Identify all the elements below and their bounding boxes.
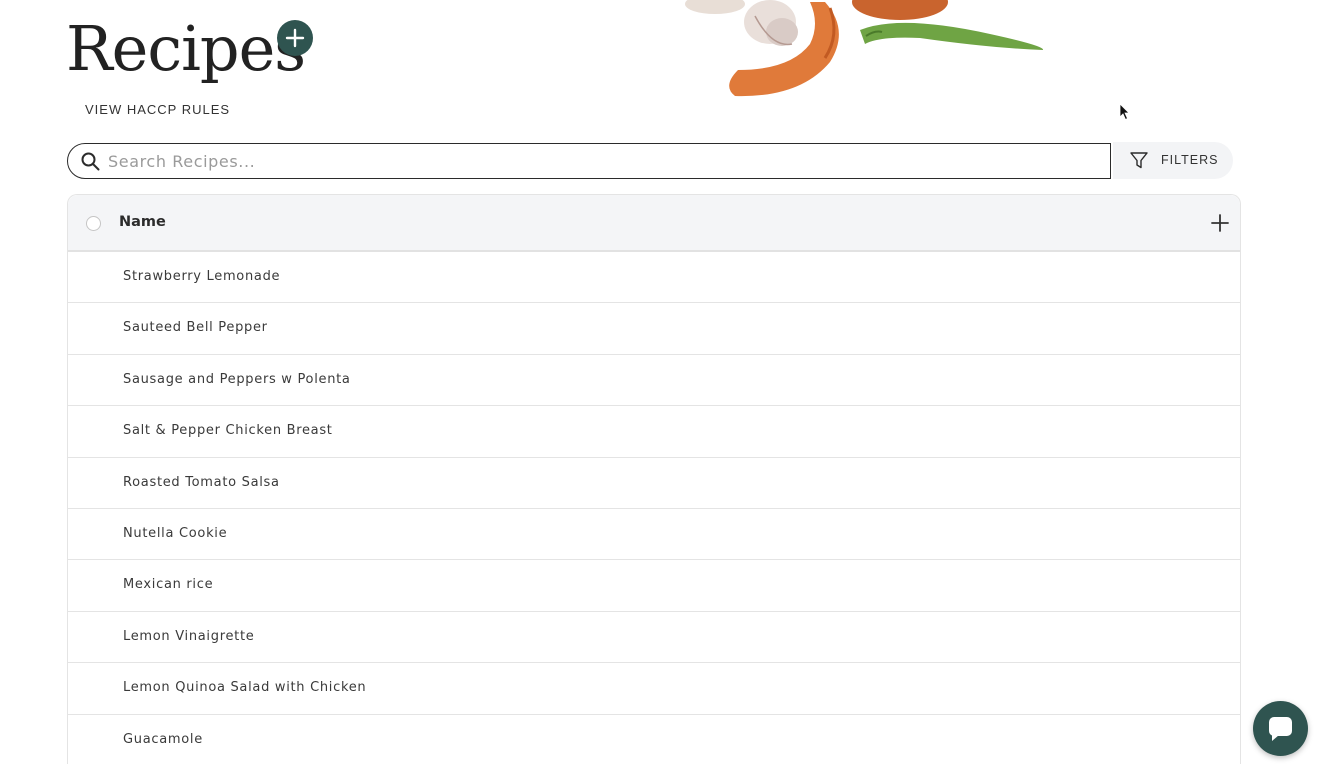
recipe-name: Roasted Tomato Salsa (123, 474, 280, 490)
table-row[interactable]: Guacamole (68, 714, 1240, 764)
add-column-button[interactable] (1208, 212, 1232, 236)
recipe-name: Sauteed Bell Pepper (123, 320, 268, 336)
search-icon (81, 152, 100, 171)
filters-button[interactable]: FILTERS (1113, 142, 1233, 179)
table-header: Name (68, 195, 1240, 252)
chat-widget-button[interactable] (1253, 701, 1308, 756)
table-row[interactable]: Mexican rice (68, 560, 1240, 612)
table-row[interactable]: Lemon Quinoa Salad with Chicken (68, 663, 1240, 715)
mouse-cursor-icon (1119, 103, 1130, 121)
plus-icon (1211, 213, 1229, 232)
funnel-icon (1130, 152, 1148, 169)
chat-bubble-icon (1269, 717, 1292, 741)
recipe-name: Guacamole (123, 731, 203, 747)
table-row[interactable]: Roasted Tomato Salsa (68, 457, 1240, 509)
table-row[interactable]: Sausage and Peppers w Polenta (68, 354, 1240, 407)
vegetables-illustration (685, 0, 1044, 97)
table-row[interactable]: Salt & Pepper Chicken Breast (68, 406, 1240, 458)
recipe-name: Nutella Cookie (123, 525, 228, 541)
table-row[interactable]: Lemon Vinaigrette (68, 611, 1240, 664)
search-box[interactable] (67, 143, 1111, 179)
recipes-table: Name Strawberry Lemonade Sauteed Bell Pe… (67, 194, 1241, 764)
add-recipe-button[interactable] (277, 20, 313, 56)
column-header-name[interactable]: Name (119, 214, 166, 230)
search-input[interactable] (108, 148, 1098, 174)
recipe-name: Mexican rice (123, 577, 214, 593)
table-row[interactable]: Nutella Cookie (68, 508, 1240, 561)
view-haccp-rules-link[interactable]: VIEW HACCP RULES (85, 102, 230, 117)
table-row[interactable]: Strawberry Lemonade (68, 252, 1240, 304)
select-all-checkbox[interactable] (86, 216, 101, 231)
recipe-name: Lemon Vinaigrette (123, 628, 255, 644)
page-title: Recipes (66, 12, 306, 85)
recipe-name: Lemon Quinoa Salad with Chicken (123, 680, 367, 696)
recipe-name: Sausage and Peppers w Polenta (123, 371, 351, 387)
recipe-name: Strawberry Lemonade (123, 269, 281, 284)
table-row[interactable]: Sauteed Bell Pepper (68, 303, 1240, 355)
plus-icon (285, 28, 305, 48)
filters-label: FILTERS (1161, 153, 1219, 167)
recipes-page: Recipes VIEW HACCP RULES FILTERS Name (0, 0, 1318, 764)
recipe-name: Salt & Pepper Chicken Breast (123, 423, 333, 439)
